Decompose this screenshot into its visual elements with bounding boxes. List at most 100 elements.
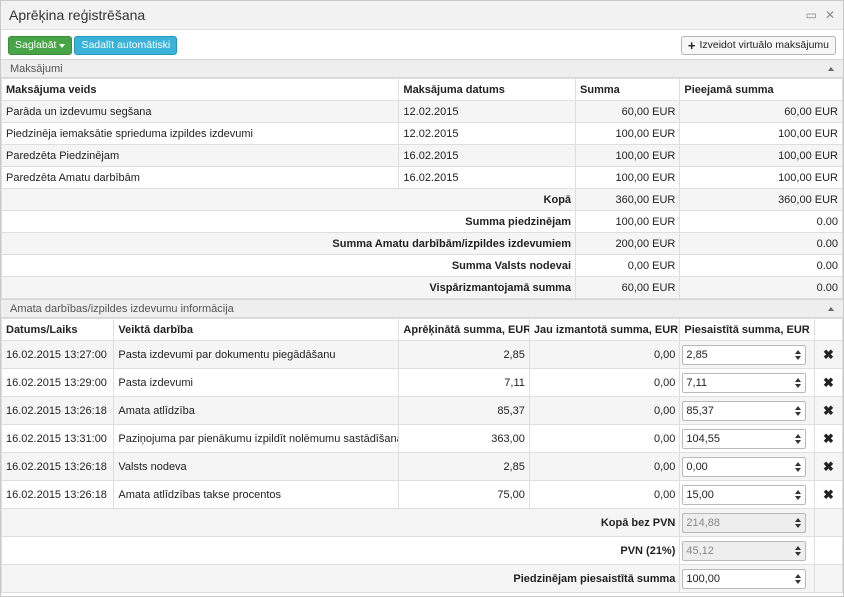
payment-sum: 100,00 EUR <box>575 166 681 189</box>
payment-date: 12.02.2015 <box>398 100 577 123</box>
assigned-amount-stepper[interactable]: 15,00 <box>682 484 807 505</box>
payments-section-header[interactable]: Maksājumi <box>1 59 843 78</box>
spinner-arrows-icon[interactable] <box>795 433 802 444</box>
table-row[interactable]: Piedzinēja iemaksātie sprieduma izpildes… <box>0 122 843 145</box>
delete-icon[interactable]: ✖ <box>813 452 844 481</box>
spinner-arrows-icon[interactable] <box>795 489 802 500</box>
summary-label: Vispārizmantojamā summa <box>0 276 577 299</box>
assigned-cell: 85,37 <box>679 396 815 425</box>
action-name: Amata atlīdzība <box>113 396 400 425</box>
summary-sum: 100,00 EUR <box>575 210 681 233</box>
spinner-arrows-icon <box>795 517 802 528</box>
col-header-assigned: Piesaistītā summa, EUR <box>679 318 815 341</box>
summary-sum: 0,00 EUR <box>575 254 681 277</box>
actions-table: Datums/Laiks Veiktā darbība Aprēķinātā s… <box>0 318 844 593</box>
col-header-payment-type: Maksājuma veids <box>0 78 400 101</box>
vat-stepper: 45,12 <box>682 540 807 561</box>
table-row: 16.02.2015 13:27:00 Pasta izdevumi par d… <box>0 340 844 369</box>
table-row: 16.02.2015 13:31:00 Paziņojuma par pienā… <box>0 424 844 453</box>
spinner-arrows-icon[interactable] <box>795 461 802 472</box>
payment-sum: 100,00 EUR <box>575 144 681 167</box>
save-button-label: Saglabāt <box>15 39 57 51</box>
delete-icon[interactable]: ✖ <box>813 396 844 425</box>
action-used: 0,00 <box>528 340 681 369</box>
summary-label: Kopā <box>0 188 577 211</box>
summary-available: 0.00 <box>679 210 843 233</box>
spinner-arrows-icon[interactable] <box>795 377 802 388</box>
window-title: Aprēķina reģistrēšana <box>9 7 146 23</box>
delete-icon[interactable]: ✖ <box>813 480 844 509</box>
assigned-cell: 0,00 <box>679 452 815 481</box>
assigned-amount-value: 0,00 <box>686 460 708 473</box>
action-datetime: 16.02.2015 13:29:00 <box>0 368 115 397</box>
calculation-window: Aprēķina reģistrēšana ▭ ✕ Saglabāt Sadal… <box>0 0 844 597</box>
create-virtual-payment-button[interactable]: + Izveidot virtuālo maksājumu <box>680 36 836 55</box>
action-name: Valsts nodeva <box>113 452 400 481</box>
payment-type: Parāda un izdevumu segšana <box>0 100 400 123</box>
chevron-down-icon <box>59 43 66 48</box>
delete-icon[interactable]: ✖ <box>813 424 844 453</box>
action-name: Pasta izdevumi par dokumentu piegādāšanu <box>113 340 400 369</box>
collector-assigned-stepper[interactable]: 100,00 <box>682 568 807 589</box>
total-row-without-vat: Kopā bez PVN 214,88 <box>0 508 844 537</box>
summary-label: Summa piedzinējam <box>0 210 577 233</box>
delete-icon[interactable]: ✖ <box>813 368 844 397</box>
total-value: 45,12 <box>686 544 714 557</box>
spinner-arrows-icon[interactable] <box>795 573 802 584</box>
action-name: Amata atlīdzības takse procentos <box>113 480 400 509</box>
payment-sum: 100,00 EUR <box>575 122 681 145</box>
spinner-arrows-icon[interactable] <box>795 405 802 416</box>
close-icon[interactable]: ✕ <box>825 8 835 22</box>
table-row[interactable]: Parāda un izdevumu segšana 12.02.2015 60… <box>0 100 843 123</box>
save-button[interactable]: Saglabāt <box>8 36 73 55</box>
actions-section-header[interactable]: Amata darbības/izpildes izdevumu informā… <box>1 299 843 318</box>
auto-split-button[interactable]: Sadalīt automātiski <box>74 36 178 55</box>
action-datetime: 16.02.2015 13:27:00 <box>0 340 115 369</box>
assigned-cell: 7,11 <box>679 368 815 397</box>
action-used: 0,00 <box>528 368 681 397</box>
action-calculated: 2,85 <box>398 452 530 481</box>
assigned-amount-stepper[interactable]: 85,37 <box>682 400 807 421</box>
payment-type: Paredzēta Amatu darbībām <box>0 166 400 189</box>
summary-label: Summa Valsts nodevai <box>0 254 577 277</box>
assigned-amount-value: 85,37 <box>686 404 714 417</box>
assigned-amount-value: 2,85 <box>686 348 708 361</box>
action-datetime: 16.02.2015 13:31:00 <box>0 424 115 453</box>
action-name: Pasta izdevumi <box>113 368 400 397</box>
action-name: Paziņojuma par pienākumu izpildīt nolēmu… <box>113 424 400 453</box>
spinner-arrows-icon[interactable] <box>795 349 802 360</box>
assigned-amount-stepper[interactable]: 7,11 <box>682 372 807 393</box>
collapse-icon[interactable] <box>828 306 834 311</box>
assigned-amount-stepper[interactable]: 104,55 <box>682 428 807 449</box>
action-used: 0,00 <box>528 480 681 509</box>
collapse-icon[interactable] <box>828 66 834 71</box>
payment-available: 60,00 EUR <box>679 100 843 123</box>
assigned-cell: 2,85 <box>679 340 815 369</box>
table-row: 16.02.2015 13:26:18 Amata atlīdzības tak… <box>0 480 844 509</box>
summary-sum: 60,00 EUR <box>575 276 681 299</box>
table-row: 16.02.2015 13:26:18 Amata atlīdzība 85,3… <box>0 396 844 425</box>
title-bar: Aprēķina reģistrēšana ▭ ✕ <box>1 1 843 30</box>
summary-row-total: Kopā 360,00 EUR 360,00 EUR <box>0 188 843 211</box>
table-row[interactable]: Paredzēta Piedzinējam 16.02.2015 100,00 … <box>0 144 843 167</box>
summary-row-collector: Summa piedzinējam 100,00 EUR 0.00 <box>0 210 843 233</box>
assigned-cell: 15,00 <box>679 480 815 509</box>
delete-icon[interactable]: ✖ <box>813 340 844 369</box>
maximize-icon[interactable]: ▭ <box>806 8 817 22</box>
col-header-delete <box>813 318 844 341</box>
table-row[interactable]: Paredzēta Amatu darbībām 16.02.2015 100,… <box>0 166 843 189</box>
assigned-amount-stepper[interactable]: 2,85 <box>682 344 807 365</box>
summary-row-state-fee: Summa Valsts nodevai 0,00 EUR 0.00 <box>0 254 843 277</box>
assigned-amount-stepper[interactable]: 0,00 <box>682 456 807 477</box>
col-header-calculated: Aprēķinātā summa, EUR <box>398 318 530 341</box>
summary-label: Summa Amatu darbībām/izpildes izdevumiem <box>0 232 577 255</box>
action-used: 0,00 <box>528 424 681 453</box>
assigned-amount-value: 15,00 <box>686 488 714 501</box>
payment-date: 12.02.2015 <box>398 122 577 145</box>
action-calculated: 363,00 <box>398 424 530 453</box>
action-datetime: 16.02.2015 13:26:18 <box>0 396 115 425</box>
summary-available: 360,00 EUR <box>679 188 843 211</box>
action-datetime: 16.02.2015 13:26:18 <box>0 480 115 509</box>
action-used: 0,00 <box>528 452 681 481</box>
payment-available: 100,00 EUR <box>679 144 843 167</box>
